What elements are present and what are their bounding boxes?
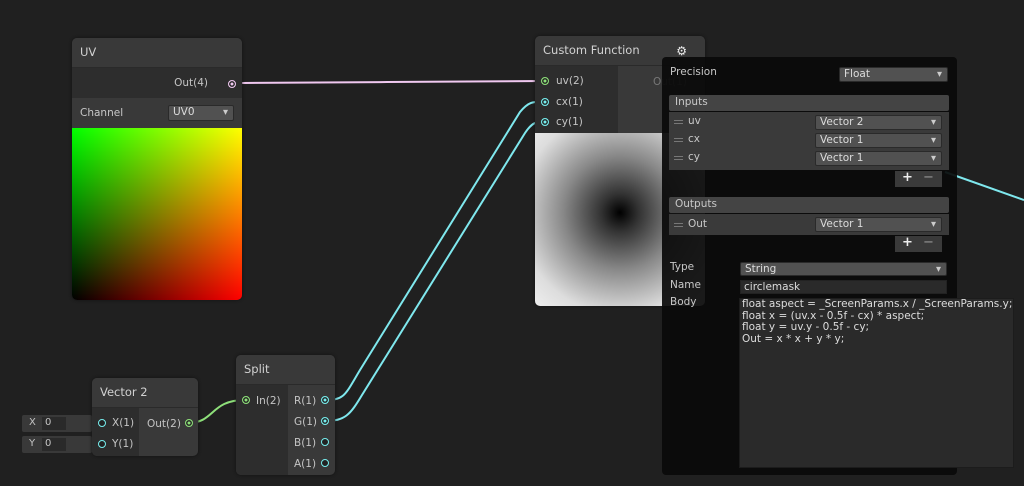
uv-node-title: UV xyxy=(72,38,242,68)
x-input-port[interactable] xyxy=(98,419,106,427)
drag-handle-icon[interactable] xyxy=(674,156,683,160)
cy-input-label: cy(1) xyxy=(556,116,583,128)
cy-input-port[interactable] xyxy=(541,118,549,126)
precision-dropdown[interactable]: Float xyxy=(839,67,948,82)
drag-handle-icon[interactable] xyxy=(674,223,683,227)
type-dropdown[interactable]: String xyxy=(740,262,947,276)
x-input-label: X(1) xyxy=(112,417,135,429)
body-label: Body xyxy=(670,296,697,308)
output-name: Out xyxy=(688,218,708,230)
input-type-dropdown[interactable]: Vector 1 xyxy=(815,133,942,148)
name-label: Name xyxy=(670,279,701,291)
name-input[interactable]: circlemask xyxy=(740,280,947,294)
vector2-title: Vector 2 xyxy=(92,378,198,408)
split-r-port[interactable] xyxy=(321,396,329,404)
drag-handle-icon[interactable] xyxy=(674,120,683,124)
cx-input-port[interactable] xyxy=(541,98,549,106)
inputs-header: Inputs xyxy=(675,96,708,108)
x-value-input[interactable]: 0 xyxy=(42,417,66,430)
x-field-label: X xyxy=(29,417,36,428)
input-name: cy xyxy=(688,151,700,163)
wire-uv-out xyxy=(241,80,546,84)
uv-out-label: Out(4) xyxy=(174,77,208,89)
y-input-label: Y(1) xyxy=(112,438,134,450)
split-b-port[interactable] xyxy=(321,438,329,446)
add-output-button[interactable]: + xyxy=(902,235,913,250)
body-textarea[interactable]: float aspect = _ScreenParams.x / _Screen… xyxy=(739,298,1014,468)
outputs-header: Outputs xyxy=(675,198,717,210)
split-in-label: In(2) xyxy=(256,395,281,407)
remove-output-button[interactable]: − xyxy=(923,235,934,250)
input-type-dropdown[interactable]: Vector 2 xyxy=(815,115,942,130)
split-title: Split xyxy=(236,355,335,385)
uv-input-port[interactable] xyxy=(541,77,549,85)
y-inline-field[interactable]: Y 0 xyxy=(22,436,92,453)
precision-label: Precision xyxy=(670,66,717,78)
remove-input-button[interactable]: − xyxy=(923,170,934,185)
drag-handle-icon[interactable] xyxy=(674,138,683,142)
add-input-button[interactable]: + xyxy=(902,170,913,185)
vector2-out-port[interactable] xyxy=(185,419,193,427)
y-value-input[interactable]: 0 xyxy=(42,438,66,451)
split-a-port[interactable] xyxy=(321,459,329,467)
split-r-label: R(1) xyxy=(294,395,317,407)
split-a-label: A(1) xyxy=(294,458,317,470)
cx-input-label: cx(1) xyxy=(556,96,583,108)
uv-input-label: uv(2) xyxy=(556,75,584,87)
uv-preview xyxy=(72,128,242,300)
vector2-out-label: Out(2) xyxy=(147,418,181,430)
y-input-port[interactable] xyxy=(98,440,106,448)
input-name: cx xyxy=(688,133,700,145)
x-inline-field[interactable]: X 0 xyxy=(22,415,92,432)
type-label: Type xyxy=(670,261,695,273)
channel-dropdown[interactable]: UV0 xyxy=(168,105,234,121)
channel-label: Channel xyxy=(80,107,124,119)
split-in-port[interactable] xyxy=(242,396,250,404)
wire-split-r-cx xyxy=(324,100,546,401)
input-type-dropdown[interactable]: Vector 1 xyxy=(815,151,942,166)
gear-icon[interactable]: ⚙ xyxy=(676,44,687,58)
uv-out-port[interactable] xyxy=(228,80,236,88)
split-node[interactable]: Split In(2) R(1) G(1) B(1) A(1) xyxy=(236,355,335,475)
input-name: uv xyxy=(688,115,701,127)
split-g-port[interactable] xyxy=(321,417,329,425)
split-b-label: B(1) xyxy=(294,437,317,449)
vector2-node[interactable]: Vector 2 X(1) Y(1) Out(2) xyxy=(92,378,198,456)
uv-node[interactable]: UV Out(4) Channel UV0 xyxy=(72,38,242,300)
output-type-dropdown[interactable]: Vector 1 xyxy=(815,217,942,232)
wire-split-g-cy xyxy=(324,120,546,422)
split-g-label: G(1) xyxy=(294,416,318,428)
y-field-label: Y xyxy=(29,438,36,449)
